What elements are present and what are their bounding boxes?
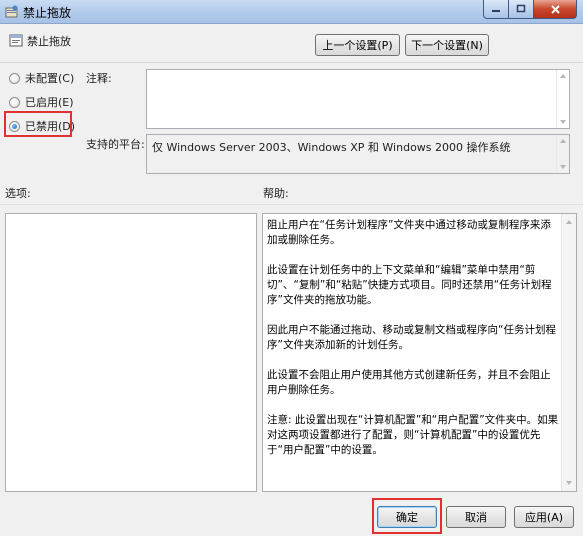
apply-button[interactable]: 应用(A) — [514, 506, 574, 528]
previous-setting-button[interactable]: 上一个设置(P) — [315, 34, 400, 56]
scroll-down-icon[interactable] — [560, 120, 566, 124]
supported-platform-label: 支持的平台: — [86, 138, 145, 151]
options-pane — [5, 213, 257, 492]
radio-indicator[interactable] — [9, 96, 20, 108]
window-controls — [483, 0, 577, 19]
maximize-button[interactable] — [509, 0, 534, 19]
radio-label: 未配置(C) — [25, 72, 75, 85]
section-divider — [0, 204, 583, 205]
radio-indicator[interactable] — [9, 72, 20, 84]
setting-name: 禁止拖放 — [27, 35, 71, 48]
comment-scrollbar[interactable] — [556, 70, 569, 128]
next-setting-button[interactable]: 下一个设置(N) — [405, 34, 489, 56]
help-paragraph: 注意: 此设置出现在“计算机配置”和“用户配置”文件夹中。如果对这两项设置都进行… — [267, 414, 559, 456]
close-icon — [550, 4, 560, 14]
supported-platform-box: 仅 Windows Server 2003、Windows XP 和 Windo… — [146, 134, 570, 174]
help-pane: 阻止用户在“任务计划程序”文件夹中通过移动或复制程序来添加或删除任务。 此设置在… — [262, 213, 577, 492]
setting-icon — [9, 34, 23, 47]
scroll-down-icon[interactable] — [560, 165, 566, 169]
policy-app-icon — [5, 5, 18, 18]
comment-textarea[interactable] — [146, 69, 570, 129]
radio-enabled[interactable]: 已启用(E) — [9, 94, 74, 110]
scroll-up-icon[interactable] — [560, 74, 566, 78]
help-scrollbar[interactable] — [561, 214, 576, 491]
highlight-box-disabled — [4, 111, 72, 137]
close-button[interactable] — [534, 0, 577, 19]
help-paragraph: 此设置不会阻止用户使用其他方式创建新任务，并且不会阻止用户删除任务。 — [267, 369, 551, 396]
platform-scrollbar[interactable] — [556, 135, 569, 173]
help-text: 阻止用户在“任务计划程序”文件夹中通过移动或复制程序来添加或删除任务。 此设置在… — [267, 218, 559, 473]
radio-not-configured[interactable]: 未配置(C) — [9, 70, 74, 86]
help-paragraph: 此设置在计划任务中的上下文菜单和“编辑”菜单中禁用“剪切”、“复制”和“粘贴”快… — [267, 264, 552, 306]
minimize-button[interactable] — [483, 0, 509, 19]
comment-label: 注释: — [86, 72, 112, 85]
scroll-up-icon[interactable] — [566, 220, 572, 224]
help-paragraph: 阻止用户在“任务计划程序”文件夹中通过移动或复制程序来添加或删除任务。 — [267, 219, 551, 246]
supported-platform-value: 仅 Windows Server 2003、Windows XP 和 Windo… — [152, 141, 511, 154]
cancel-button[interactable]: 取消 — [446, 506, 506, 528]
title-bar: 禁止拖放 — [0, 0, 583, 24]
radio-label: 已启用(E) — [25, 96, 74, 109]
scroll-up-icon[interactable] — [560, 139, 566, 143]
header-divider — [0, 62, 583, 63]
highlight-box-ok — [372, 498, 442, 534]
help-paragraph: 因此用户不能通过拖动、移动或复制文档或程序向“任务计划程序”文件夹添加新的计划任… — [267, 324, 556, 351]
options-label: 选项: — [5, 187, 31, 200]
window-title: 禁止拖放 — [23, 6, 72, 20]
scroll-down-icon[interactable] — [566, 481, 572, 485]
help-label: 帮助: — [263, 187, 289, 200]
minimize-icon — [492, 10, 500, 12]
maximize-icon — [516, 4, 526, 13]
